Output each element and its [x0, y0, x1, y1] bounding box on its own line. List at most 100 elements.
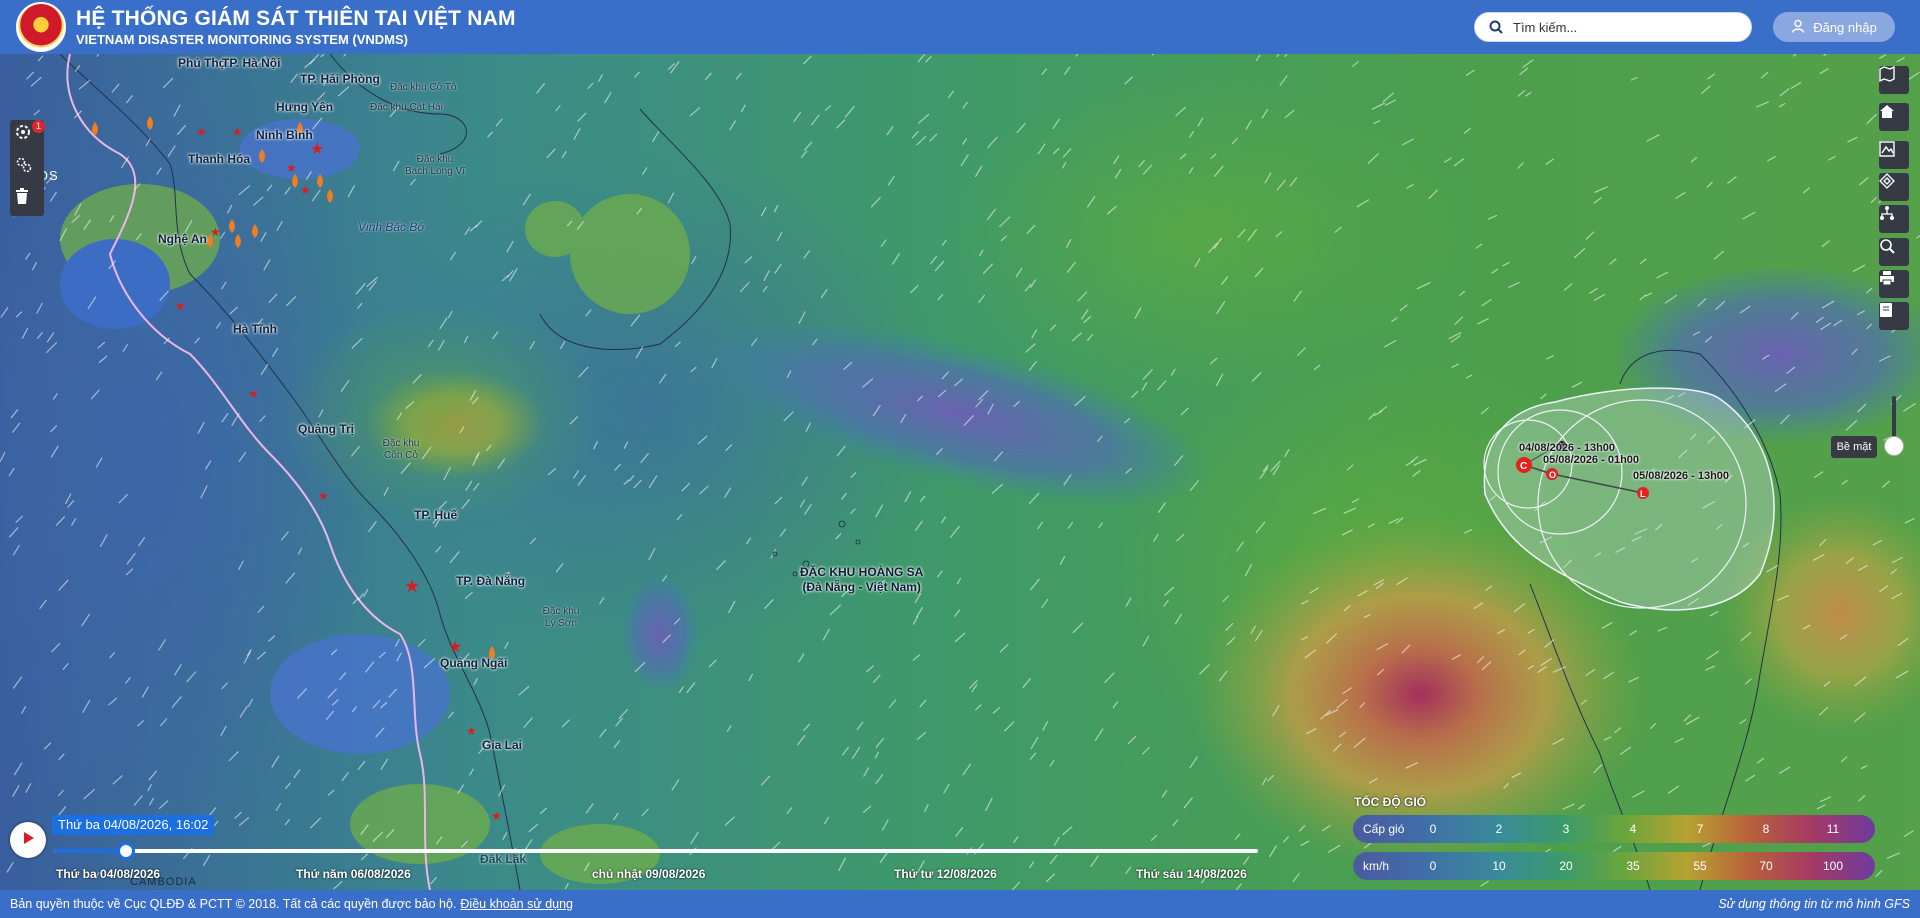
app-title-block: HỆ THỐNG GIÁM SÁT THIÊN TAI VIỆT NAM VIE… [76, 7, 516, 47]
label-hue[interactable]: TP. Huế [414, 508, 457, 522]
storm-marker-1: O [1549, 470, 1556, 480]
label-co-to[interactable]: Đặc khu Cô Tô [390, 82, 457, 93]
svg-text:★: ★ [300, 183, 311, 197]
footer: Bản quyền thuộc về Cục QLĐĐ & PCTT © 201… [0, 890, 1920, 918]
label-da-nang[interactable]: TP. Đà Nẵng [456, 574, 525, 588]
storm-marker-current: C [1520, 461, 1527, 472]
home-button[interactable] [1879, 103, 1909, 131]
legend-row1-value: 2 [1495, 822, 1503, 836]
label-dak-lak[interactable]: Đắk Lắk [480, 852, 526, 866]
hoang-sa-title: ĐẶC KHU HOÀNG SA [800, 565, 924, 579]
timeline-tick-2[interactable]: chủ nhật 09/08/2026 [592, 867, 705, 881]
svg-text:★: ★ [310, 141, 324, 158]
label-quang-ngai[interactable]: Quảng Ngãi [440, 656, 507, 670]
settings-button[interactable] [15, 156, 39, 180]
label-hai-phong[interactable]: TP. Hải Phòng [300, 72, 380, 86]
play-button[interactable] [10, 822, 46, 858]
legend-row1-value: 3 [1562, 822, 1570, 836]
surface-level-label: Bề mặt [1831, 436, 1877, 458]
legend-row1-value: 7 [1696, 822, 1704, 836]
svg-text:★: ★ [232, 125, 243, 139]
altitude-slider-knob[interactable] [1884, 436, 1904, 456]
svg-text:★: ★ [491, 809, 502, 823]
legend-row2-value: 20 [1559, 859, 1573, 873]
timeline-tick-3[interactable]: Thứ tư 12/08/2026 [894, 867, 997, 881]
alert-count-badge: 1 [32, 120, 45, 133]
svg-text:★: ★ [248, 387, 259, 401]
label-ha-tinh[interactable]: Hà Tĩnh [233, 322, 277, 336]
legend-row2-value: 70 [1759, 859, 1773, 873]
label-ly-son[interactable]: Đặc khu Lý Sơn [540, 606, 582, 630]
storm-time-3: 05/08/2026 - 13h00 [1633, 470, 1730, 482]
wind-scale-beaufort: Cấp gió 0 2 3 4 7 8 11 [1353, 815, 1875, 843]
timeline-tick-1[interactable]: Thứ năm 06/08/2026 [296, 867, 411, 881]
legend-row1-name: Cấp gió [1363, 822, 1405, 836]
label-hung-yen[interactable]: Hưng Yên [276, 100, 333, 114]
legend-row2-value: 10 [1492, 859, 1506, 873]
data-source-note: Sử dụng thông tin từ mô hình GFS [1718, 897, 1910, 911]
wind-map[interactable]: ★ ★ ★ ★ ★ ★ ★ ★ ★ ★ ★ ★ ★ C O L L Phú Th… [0, 54, 1920, 890]
svg-text:★: ★ [175, 299, 186, 313]
basemap-button[interactable] [1879, 141, 1909, 169]
svg-text:★: ★ [466, 724, 477, 738]
alert-filter-button[interactable]: 1 [15, 120, 45, 148]
legend-row2-value: 35 [1626, 859, 1640, 873]
label-ha-noi[interactable]: TP. Hà Nội [222, 56, 280, 70]
label-con-co[interactable]: Đặc khu Cồn Cỏ [380, 438, 422, 462]
timeline-progress [54, 849, 127, 853]
grid-button[interactable] [1879, 173, 1909, 201]
legend-row1-value: 8 [1762, 822, 1770, 836]
hoang-sa-subtitle: (Đà Nẵng - Việt Nam) [802, 580, 921, 594]
timeline-track[interactable] [54, 849, 1258, 853]
storm-marker-2: L [1640, 489, 1646, 499]
wind-scale-kmh: km/h 0 10 20 35 55 70 100 [1353, 852, 1875, 880]
legend-row2-value: 0 [1429, 859, 1437, 873]
label-phu-tho[interactable]: Phú Thọ [178, 56, 226, 70]
search-box[interactable] [1474, 12, 1752, 42]
terms-link[interactable]: Điều khoản sử dụng [460, 897, 573, 911]
storm-time-1: 04/08/2026 - 13h00 [1519, 442, 1616, 454]
svg-text:★: ★ [196, 125, 207, 139]
label-cat-hai[interactable]: Đặc khu Cát Hải [370, 102, 443, 113]
label-ninh-binh[interactable]: Ninh Bình [256, 128, 313, 142]
map-layers-button[interactable] [1879, 66, 1909, 94]
label-bach-long-vi[interactable]: Đặc khu Bạch Long Vĩ [404, 154, 466, 178]
print-button[interactable] [1879, 270, 1909, 298]
svg-text:★: ★ [404, 576, 420, 596]
label-quang-tri[interactable]: Quảng Trị [298, 422, 354, 436]
vndms-logo[interactable] [16, 2, 66, 52]
label-nghe-an[interactable]: Nghệ An [158, 232, 207, 246]
app-header: HỆ THỐNG GIÁM SÁT THIÊN TAI VIỆT NAM VIE… [0, 0, 1920, 54]
left-toolbar: 1 [10, 120, 45, 216]
wind-legend-title: TỐC ĐỘ GIÓ [1354, 795, 1426, 809]
timeline-tick-0[interactable]: Thứ ba 04/08/2026 [56, 867, 160, 881]
user-icon [1791, 19, 1805, 36]
document-button[interactable] [1879, 302, 1909, 330]
label-hoang-sa[interactable]: ĐẶC KHU HOÀNG SA (Đà Nẵng - Việt Nam) [800, 565, 923, 595]
label-gulf-tonkin: Vịnh Bắc Bộ [358, 220, 425, 234]
login-label: Đăng nhập [1813, 19, 1877, 35]
login-button[interactable]: Đăng nhập [1773, 12, 1895, 42]
svg-text:★: ★ [448, 639, 462, 656]
label-thanh-hoa[interactable]: Thanh Hóa [188, 152, 250, 166]
play-icon [21, 831, 35, 850]
label-gia-lai[interactable]: Gia Lai [482, 738, 522, 752]
legend-row2-value: 100 [1822, 859, 1844, 873]
map-canvas[interactable]: ★ ★ ★★ ★★ ★★ ★★ ★★ ★ C O L L [0, 54, 1920, 890]
timeline-tick-4[interactable]: Thứ sáu 14/08/2026 [1136, 867, 1247, 881]
network-button[interactable] [1879, 205, 1909, 233]
zoom-search-button[interactable] [1879, 238, 1909, 266]
search-input[interactable] [1513, 19, 1733, 35]
legend-row1-value: 4 [1629, 822, 1637, 836]
app-subtitle: VIETNAM DISASTER MONITORING SYSTEM (VNDM… [76, 32, 408, 47]
search-icon [1489, 20, 1503, 34]
copyright-text: Bản quyền thuộc về Cục QLĐĐ & PCTT © 201… [10, 897, 457, 911]
svg-text:★: ★ [318, 489, 329, 503]
legend-row2-name: km/h [1363, 859, 1390, 873]
legend-row1-value: 11 [1826, 822, 1840, 836]
legend-row2-value: 55 [1693, 859, 1707, 873]
current-time-badge: Thứ ba 04/08/2026, 16:02 [52, 815, 215, 835]
app-title: HỆ THỐNG GIÁM SÁT THIÊN TAI VIỆT NAM [76, 7, 516, 30]
delete-button[interactable] [15, 188, 39, 212]
storm-time-2: 05/08/2026 - 01h00 [1543, 454, 1640, 466]
